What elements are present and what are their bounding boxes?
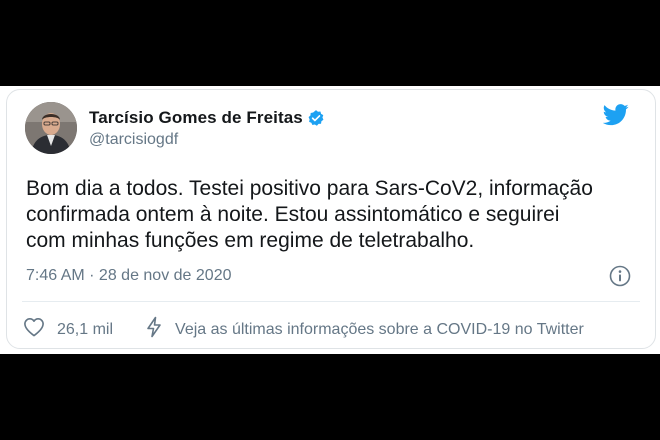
avatar[interactable] xyxy=(25,102,77,154)
author-block: Tarcísio Gomes de Freitas @tarcisiogdf xyxy=(89,108,325,149)
author-name[interactable]: Tarcísio Gomes de Freitas xyxy=(89,108,303,128)
divider xyxy=(22,301,640,302)
tweet-actions: 26,1 mil Veja as últimas informações sob… xyxy=(23,316,584,343)
tweet-card: Tarcísio Gomes de Freitas @tarcisiogdf B… xyxy=(0,86,660,354)
heart-icon xyxy=(23,317,45,342)
author-name-row: Tarcísio Gomes de Freitas xyxy=(89,108,325,128)
tweet-text: Bom dia a todos. Testei positivo para Sa… xyxy=(26,177,593,252)
twitter-bird-icon[interactable] xyxy=(602,104,629,131)
info-icon[interactable] xyxy=(609,265,631,292)
tweet-timestamp[interactable]: 7:46 AM · 28 de nov de 2020 xyxy=(26,267,231,285)
like-count: 26,1 mil xyxy=(57,320,114,338)
like-button[interactable]: 26,1 mil xyxy=(23,317,113,342)
tweet-card-frame: Tarcísio Gomes de Freitas @tarcisiogdf B… xyxy=(6,89,656,349)
verified-badge-icon xyxy=(307,109,325,127)
lightning-icon xyxy=(145,316,163,343)
covid-link-text: Veja as últimas informações sobre a COVI… xyxy=(175,320,584,338)
covid-info-link[interactable]: Veja as últimas informações sobre a COVI… xyxy=(145,316,584,343)
author-handle[interactable]: @tarcisiogdf xyxy=(89,131,325,149)
